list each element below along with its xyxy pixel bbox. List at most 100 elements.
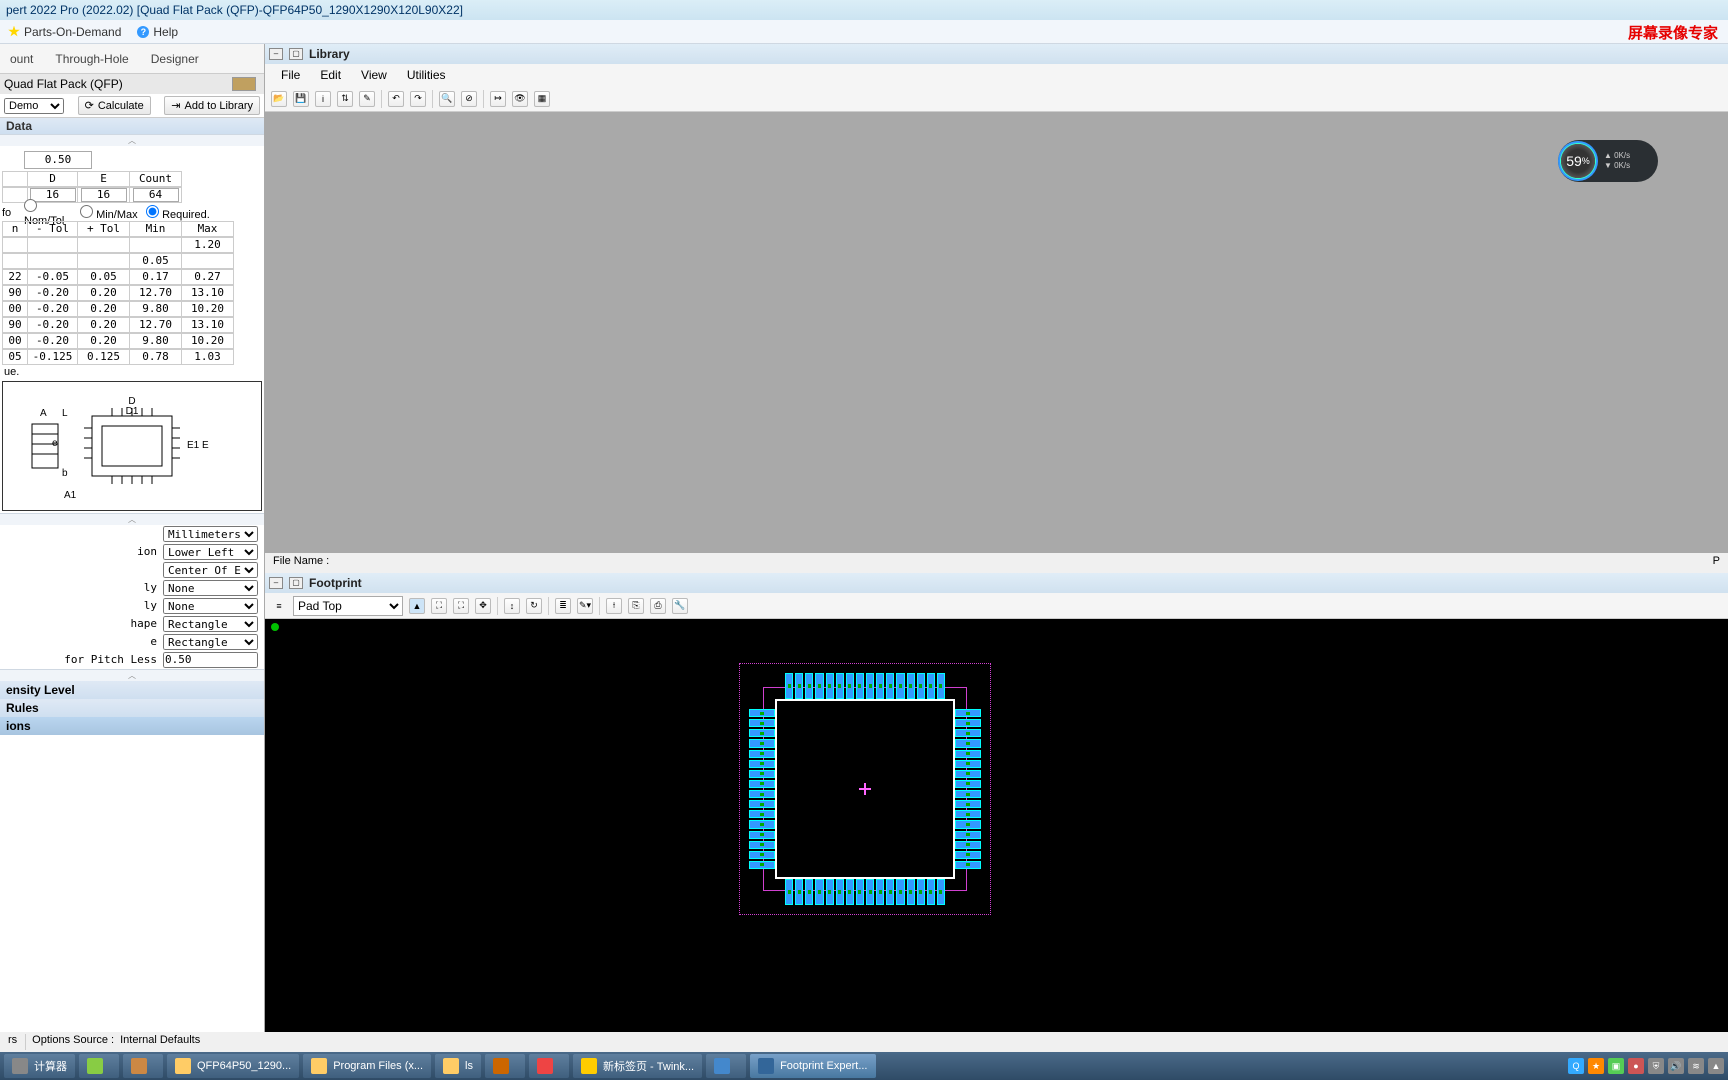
cell[interactable]: 0.125 xyxy=(78,349,130,365)
dim-icon[interactable]: ⟊ xyxy=(606,598,622,614)
pitch-input[interactable] xyxy=(24,151,92,169)
pad[interactable] xyxy=(749,709,775,717)
open-icon[interactable]: 📂 xyxy=(271,91,287,107)
cell[interactable]: 0.20 xyxy=(78,317,130,333)
menu-utilities[interactable]: Utilities xyxy=(407,68,446,82)
cell[interactable]: 0.78 xyxy=(130,349,182,365)
radio-nomtol[interactable] xyxy=(24,199,37,212)
cell[interactable]: -0.125 xyxy=(28,349,78,365)
cell[interactable]: -0.20 xyxy=(28,333,78,349)
redo-icon[interactable]: ↷ xyxy=(410,91,426,107)
calculate-button[interactable]: ⟳ Calculate xyxy=(78,96,151,115)
pad[interactable] xyxy=(955,800,981,808)
minimize-icon[interactable]: – xyxy=(269,48,283,60)
tab-through-hole[interactable]: Through-Hole xyxy=(51,50,132,68)
tray-volume-icon[interactable]: 🔊 xyxy=(1668,1058,1684,1074)
cell[interactable]: 9.80 xyxy=(130,301,182,317)
pad[interactable] xyxy=(815,879,823,905)
settings-icon[interactable]: 🔧 xyxy=(672,598,688,614)
pad[interactable] xyxy=(896,879,904,905)
pad[interactable] xyxy=(836,879,844,905)
section-data-header[interactable]: Data xyxy=(0,118,264,134)
task-item[interactable]: Footprint Expert... xyxy=(750,1054,875,1078)
accordion-options[interactable]: ions xyxy=(0,717,264,735)
cell[interactable]: -0.20 xyxy=(28,285,78,301)
minimize-icon-2[interactable]: – xyxy=(269,577,283,589)
pad[interactable] xyxy=(749,831,775,839)
pad[interactable] xyxy=(749,810,775,818)
radio-required[interactable] xyxy=(146,205,159,218)
restore-icon-2[interactable]: ▢ xyxy=(289,577,303,589)
menu-file[interactable]: File xyxy=(281,68,300,82)
copy-icon[interactable]: ⎘ xyxy=(628,598,644,614)
task-item[interactable] xyxy=(123,1054,163,1078)
help-link[interactable]: ? Help xyxy=(137,25,178,39)
pad[interactable] xyxy=(886,673,894,699)
pad[interactable] xyxy=(749,750,775,758)
export-icon[interactable]: ↦ xyxy=(490,91,506,107)
pad[interactable] xyxy=(826,673,834,699)
tray-icon[interactable]: Q xyxy=(1568,1058,1584,1074)
delete-icon[interactable]: ⊘ xyxy=(461,91,477,107)
pad[interactable] xyxy=(785,879,793,905)
pad[interactable] xyxy=(866,673,874,699)
task-item[interactable]: ls xyxy=(435,1054,481,1078)
cell[interactable]: 0.20 xyxy=(78,333,130,349)
pad[interactable] xyxy=(896,673,904,699)
pad[interactable] xyxy=(749,851,775,859)
footprint-canvas[interactable] xyxy=(265,619,1728,1060)
cell[interactable]: -0.05 xyxy=(28,269,78,285)
info-icon[interactable]: i xyxy=(315,91,331,107)
pad[interactable] xyxy=(749,729,775,737)
pad[interactable] xyxy=(955,709,981,717)
cell[interactable]: 9.80 xyxy=(130,333,182,349)
option-input[interactable]: None xyxy=(163,580,258,596)
tray-network-icon[interactable]: ≋ xyxy=(1688,1058,1704,1074)
option-input[interactable] xyxy=(163,652,258,668)
cell[interactable]: 0.05 xyxy=(78,269,130,285)
zoom-extents-icon[interactable]: ⛶ xyxy=(453,598,469,614)
cell[interactable]: 0.20 xyxy=(78,285,130,301)
pad[interactable] xyxy=(785,673,793,699)
cell[interactable] xyxy=(2,237,28,253)
pad[interactable] xyxy=(749,861,775,869)
pad[interactable] xyxy=(749,760,775,768)
cell[interactable]: 0.27 xyxy=(182,269,234,285)
cell[interactable]: 90 xyxy=(2,285,28,301)
pad[interactable] xyxy=(927,879,935,905)
cell[interactable] xyxy=(28,253,78,269)
cell[interactable]: 0.20 xyxy=(78,301,130,317)
add-to-library-button[interactable]: ⇥ Add to Library xyxy=(164,96,260,115)
pad[interactable] xyxy=(955,790,981,798)
tab-mount[interactable]: ount xyxy=(6,50,37,68)
sort-icon[interactable]: ⇅ xyxy=(337,91,353,107)
pad[interactable] xyxy=(955,760,981,768)
option-input[interactable]: Rectangle xyxy=(163,634,258,650)
pad[interactable] xyxy=(826,879,834,905)
save-icon[interactable]: 💾 xyxy=(293,91,309,107)
option-input[interactable]: Center Of Extents xyxy=(163,562,258,578)
zoom-icon[interactable]: 🔍 xyxy=(439,91,455,107)
eye-icon[interactable]: 👁 xyxy=(512,91,528,107)
pad[interactable] xyxy=(955,810,981,818)
task-item[interactable]: 计算器 xyxy=(4,1054,75,1078)
pad[interactable] xyxy=(836,673,844,699)
tray-icon[interactable]: ★ xyxy=(1588,1058,1604,1074)
pad[interactable] xyxy=(846,879,854,905)
cell[interactable]: 10.20 xyxy=(182,301,234,317)
pad[interactable] xyxy=(856,673,864,699)
pad[interactable] xyxy=(749,790,775,798)
cell[interactable]: 00 xyxy=(2,333,28,349)
pad[interactable] xyxy=(907,673,915,699)
pad[interactable] xyxy=(805,879,813,905)
task-item[interactable]: QFP64P50_1290... xyxy=(167,1054,299,1078)
layer-icon[interactable]: ≡ xyxy=(271,598,287,614)
cell[interactable]: 00 xyxy=(2,301,28,317)
accordion-density[interactable]: ensity Level xyxy=(0,681,264,699)
option-input[interactable]: Lower Left xyxy=(163,544,258,560)
pad[interactable] xyxy=(955,729,981,737)
pad[interactable] xyxy=(749,820,775,828)
pad[interactable] xyxy=(749,800,775,808)
cell[interactable]: 05 xyxy=(2,349,28,365)
pad[interactable] xyxy=(749,739,775,747)
